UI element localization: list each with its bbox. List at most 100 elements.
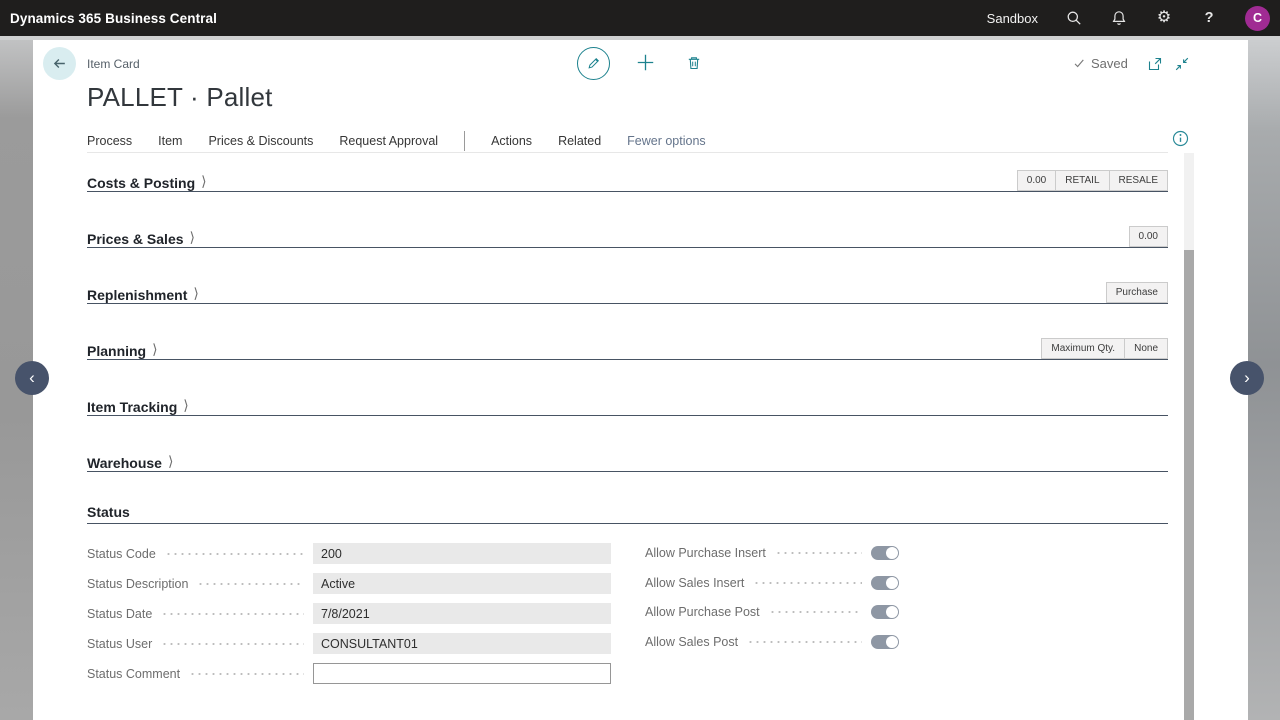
menu-divider — [464, 131, 465, 151]
environment-label: Sandbox — [987, 11, 1038, 26]
new-item-button[interactable] — [636, 53, 655, 72]
section-title: Warehouse — [87, 455, 162, 471]
popout-icon — [1147, 56, 1163, 72]
section-title: Costs & Posting — [87, 175, 195, 191]
menu-item-process[interactable]: Process — [87, 134, 132, 148]
field-label: Status Code — [87, 547, 156, 561]
toggle-knob — [886, 577, 898, 589]
dotted-leader — [775, 552, 862, 554]
chevron-right-icon: ⟩ — [201, 173, 206, 190]
field-label: Allow Sales Insert — [645, 576, 744, 590]
delete-button[interactable] — [685, 54, 702, 71]
pencil-icon — [586, 56, 601, 71]
chevron-left-icon: ‹ — [29, 369, 35, 386]
allow-purchase-insert-toggle[interactable] — [871, 546, 899, 560]
allow-sales-post-toggle[interactable] — [871, 635, 899, 649]
open-in-new-window-button[interactable] — [1146, 55, 1163, 72]
menu-item-fewer-options[interactable]: Fewer options — [627, 134, 706, 148]
dotted-leader — [197, 583, 304, 585]
dotted-leader — [165, 553, 304, 555]
settings-gear-icon[interactable]: ⚙ — [1155, 9, 1173, 27]
status-date-field[interactable]: 7/8/2021 — [313, 603, 611, 624]
summary-badge: RESALE — [1109, 170, 1168, 191]
field-label: Status Comment — [87, 667, 180, 681]
action-menu-bar: Process Item Prices & Discounts Request … — [87, 130, 1168, 153]
info-icon — [1172, 130, 1189, 147]
menu-item-item[interactable]: Item — [158, 134, 182, 148]
section-title: Status — [87, 504, 130, 520]
dotted-leader — [753, 582, 862, 584]
section-title: Item Tracking — [87, 399, 177, 415]
toggle-knob — [886, 636, 898, 648]
dotted-leader — [769, 611, 862, 613]
section-costs-posting[interactable]: Costs & Posting ⟩ 0.00 RETAIL RESALE — [87, 170, 1168, 192]
field-label: Status Date — [87, 607, 152, 621]
section-summary-badges: 0.00 RETAIL RESALE — [1018, 170, 1168, 191]
notifications-bell-icon[interactable] — [1110, 9, 1128, 27]
user-avatar[interactable]: C — [1245, 6, 1270, 31]
section-summary-badges: Purchase — [1107, 282, 1168, 303]
section-planning[interactable]: Planning ⟩ Maximum Qty. None — [87, 338, 1168, 360]
field-row-status-code: Status Code 200 — [87, 543, 611, 564]
section-summary-badges: Maximum Qty. None — [1042, 338, 1168, 359]
status-code-field[interactable]: 200 — [313, 543, 611, 564]
summary-badge: RETAIL — [1055, 170, 1109, 191]
field-row-status-description: Status Description Active — [87, 573, 611, 594]
summary-badge: Purchase — [1106, 282, 1168, 303]
section-status-header: Status — [87, 504, 1168, 524]
menu-item-actions[interactable]: Actions — [491, 134, 532, 148]
menu-item-related[interactable]: Related — [558, 134, 601, 148]
dotted-leader — [189, 673, 304, 675]
previous-record-button[interactable]: ‹ — [15, 361, 49, 395]
status-description-field[interactable]: Active — [313, 573, 611, 594]
toggle-row-allow-sales-insert: Allow Sales Insert — [645, 575, 899, 591]
toggle-row-allow-purchase-insert: Allow Purchase Insert — [645, 545, 899, 561]
page-title: PALLET · Pallet — [87, 82, 273, 113]
field-label: Allow Purchase Insert — [645, 546, 766, 560]
section-title: Replenishment — [87, 287, 187, 303]
help-icon[interactable]: ? — [1200, 9, 1218, 27]
section-prices-sales[interactable]: Prices & Sales ⟩ 0.00 — [87, 226, 1168, 248]
top-app-bar: Dynamics 365 Business Central Sandbox ⚙ … — [0, 0, 1280, 36]
section-replenishment[interactable]: Replenishment ⟩ Purchase — [87, 282, 1168, 304]
chevron-right-icon: ⟩ — [152, 341, 157, 358]
status-user-field[interactable]: CONSULTANT01 — [313, 633, 611, 654]
trash-icon — [686, 55, 702, 71]
field-row-status-comment: Status Comment — [87, 663, 611, 684]
field-row-status-user: Status User CONSULTANT01 — [87, 633, 611, 654]
save-status-label: Saved — [1091, 56, 1128, 71]
section-item-tracking[interactable]: Item Tracking ⟩ — [87, 394, 1168, 416]
toggle-row-allow-purchase-post: Allow Purchase Post — [645, 604, 899, 620]
summary-badge: 0.00 — [1129, 226, 1168, 247]
vertical-scrollbar-thumb[interactable] — [1184, 250, 1194, 720]
back-button[interactable] — [43, 47, 76, 80]
edit-button[interactable] — [577, 47, 610, 80]
toggle-knob — [886, 547, 898, 559]
chevron-right-icon: ⟩ — [183, 397, 188, 414]
field-label: Status Description — [87, 577, 188, 591]
page-type-caption: Item Card — [87, 57, 140, 71]
save-status: Saved — [1073, 56, 1128, 71]
menu-item-request-approval[interactable]: Request Approval — [339, 134, 438, 148]
collapse-page-button[interactable] — [1173, 55, 1190, 72]
allow-sales-insert-toggle[interactable] — [871, 576, 899, 590]
dotted-leader — [161, 643, 304, 645]
status-comment-input[interactable] — [313, 663, 611, 684]
section-warehouse[interactable]: Warehouse ⟩ — [87, 450, 1168, 472]
field-label: Allow Purchase Post — [645, 605, 760, 619]
chevron-right-icon: ⟩ — [168, 453, 173, 470]
field-label: Allow Sales Post — [645, 635, 738, 649]
field-row-status-date: Status Date 7/8/2021 — [87, 603, 611, 624]
allow-purchase-post-toggle[interactable] — [871, 605, 899, 619]
dotted-leader — [161, 613, 304, 615]
vertical-scrollbar-track[interactable] — [1184, 153, 1194, 720]
back-arrow-icon — [51, 55, 68, 72]
toggle-row-allow-sales-post: Allow Sales Post — [645, 634, 899, 650]
summary-badge: 0.00 — [1017, 170, 1056, 191]
search-icon[interactable] — [1065, 9, 1083, 27]
next-record-button[interactable]: › — [1230, 361, 1264, 395]
chevron-right-icon: ⟩ — [190, 229, 195, 246]
chevron-right-icon: › — [1244, 369, 1250, 386]
menu-item-prices-discounts[interactable]: Prices & Discounts — [208, 134, 313, 148]
info-button[interactable] — [1172, 130, 1189, 152]
